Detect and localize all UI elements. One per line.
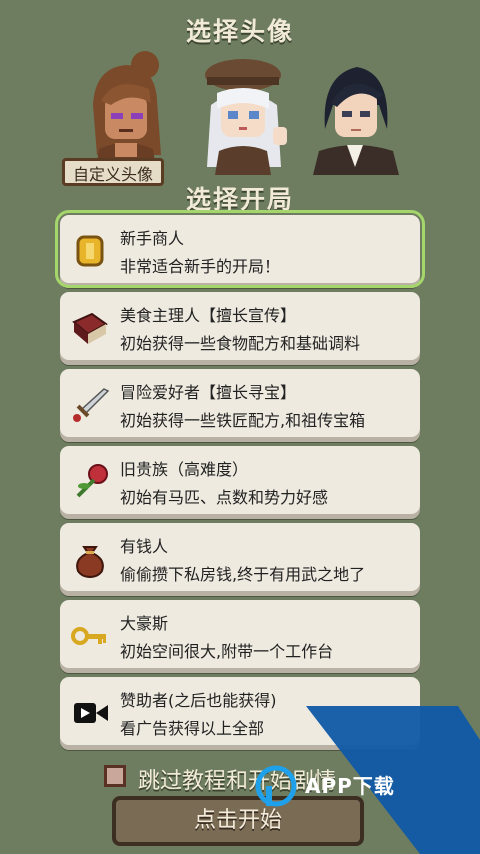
cookbook-icon [70, 308, 110, 348]
choose-avatar-title: 选择头像 [185, 17, 294, 46]
option-desc: 非常适合新手的开局！ [120, 257, 281, 276]
boy-portrait-icon [313, 67, 399, 175]
option-food-master[interactable]: 美食主理人【擅长宣传】 初始获得一些食物配方和基础调料 [60, 292, 420, 360]
cap-girl-portrait-icon [205, 59, 287, 175]
option-name: 有钱人 [120, 537, 169, 556]
avatar-ponytail-girl[interactable] [75, 45, 175, 175]
option-name: 新手商人 [120, 229, 185, 248]
avatar-white-hair-girl[interactable] [193, 45, 293, 175]
rose-icon [70, 462, 110, 502]
option-name: 旧贵族（高难度） [120, 460, 249, 479]
start-button[interactable]: 点击开始 [112, 796, 364, 846]
skip-checkbox[interactable] [104, 765, 126, 787]
option-big-house[interactable]: 大豪斯 初始空间很大,附带一个工作台 [60, 600, 420, 668]
option-rich-person[interactable]: 有钱人 偷偷攒下私房钱,终于有用武之地了 [60, 523, 420, 591]
key-icon [70, 616, 110, 656]
option-desc: 偷偷攒下私房钱,终于有用武之地了 [120, 565, 366, 584]
option-desc: 初始获得一些铁匠配方,和祖传宝箱 [120, 411, 366, 430]
avatar-dark-hair-boy[interactable] [305, 45, 405, 175]
option-sponsor[interactable]: 赞助者(之后也能获得) 看广告获得以上全部 [60, 677, 420, 745]
gold-coin-icon [70, 231, 110, 271]
watermark-text: APP下载 [305, 774, 395, 798]
girl-portrait-icon [93, 51, 161, 175]
option-name: 大豪斯 [120, 614, 169, 633]
option-desc: 初始获得一些食物配方和基础调料 [120, 334, 361, 353]
money-bag-icon [70, 539, 110, 579]
option-desc: 看广告获得以上全部 [120, 719, 265, 738]
video-camera-icon [70, 693, 110, 733]
option-name: 赞助者(之后也能获得) [120, 691, 277, 710]
sword-icon [70, 385, 110, 425]
option-name: 冒险爱好者【擅长寻宝】 [120, 383, 297, 402]
option-adventurer[interactable]: 冒险爱好者【擅长寻宝】 初始获得一些铁匠配方,和祖传宝箱 [60, 369, 420, 437]
option-desc: 初始有马匹、点数和势力好感 [120, 488, 329, 507]
option-desc: 初始空间很大,附带一个工作台 [120, 642, 334, 661]
option-new-merchant[interactable]: 新手商人 非常适合新手的开局！ [55, 210, 425, 288]
choose-start-title: 选择开局 [185, 185, 294, 214]
option-old-noble[interactable]: 旧贵族（高难度） 初始有马匹、点数和势力好感 [60, 446, 420, 514]
option-name: 美食主理人【擅长宣传】 [120, 306, 297, 325]
